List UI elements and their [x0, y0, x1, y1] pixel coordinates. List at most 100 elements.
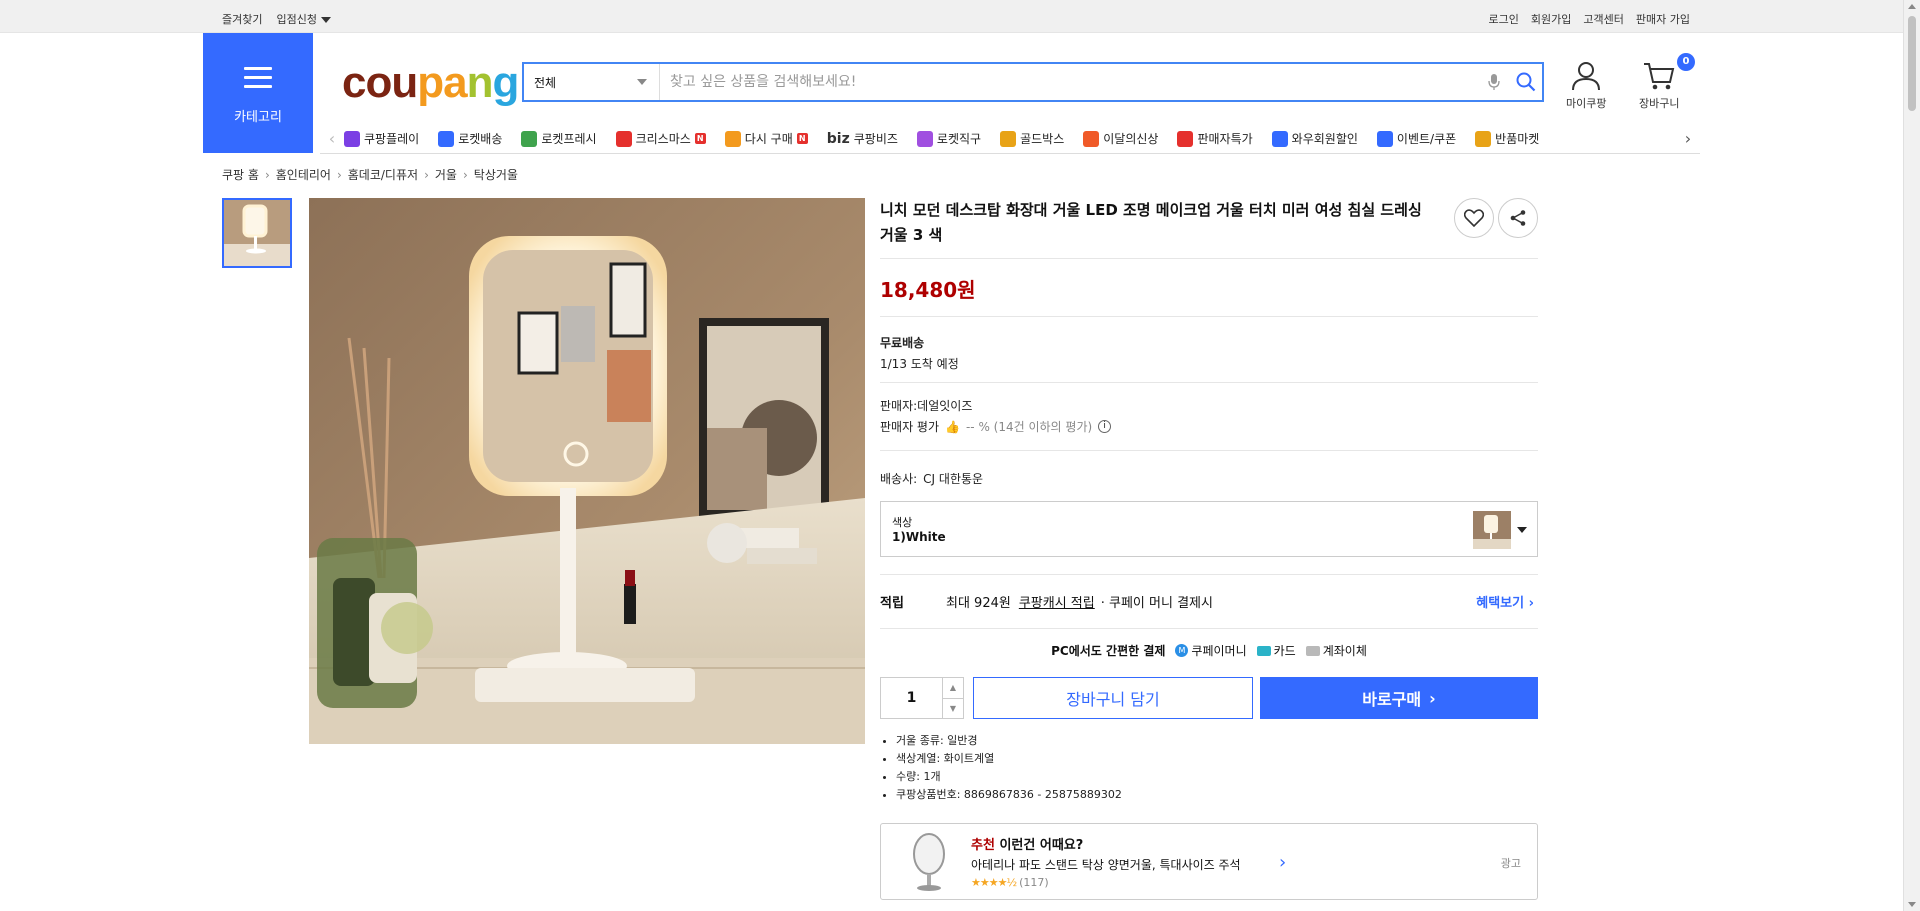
color-option-select[interactable]: 색상 1)White	[880, 501, 1538, 557]
caret-down-icon	[320, 17, 331, 23]
purchase-actions: 1 ▲ ▼ 장바구니 담기 바로구매 ›	[880, 677, 1538, 719]
seller-rating: 판매자 평가 👍 -- % (14건 이하의 평가) i	[880, 418, 1112, 435]
login-link[interactable]: 로그인	[1489, 11, 1519, 27]
quantity-value[interactable]: 1	[881, 678, 943, 718]
quantity-down-icon[interactable]: ▼	[943, 699, 963, 719]
nav-item-2[interactable]: 로켓프레시	[521, 130, 597, 147]
breadcrumb-item[interactable]: 홈데코/디퓨저	[348, 166, 418, 183]
info-icon[interactable]: i	[1098, 420, 1112, 433]
quantity-up-icon[interactable]: ▲	[943, 678, 963, 699]
scroll-down-icon[interactable]	[1908, 902, 1916, 907]
carrier-info: 배송사: CJ 대한통운	[880, 470, 983, 487]
chevron-left-icon[interactable]: ‹	[320, 129, 344, 148]
my-coupang-label: 마이쿠팡	[1566, 97, 1607, 110]
divider	[880, 574, 1538, 575]
star-rating-icon: ★★★★½	[971, 876, 1017, 889]
divider	[880, 628, 1538, 629]
share-button[interactable]	[1498, 198, 1538, 238]
recommendation-highlight: 추천	[971, 838, 995, 853]
seller-name[interactable]: 판매자:데얼잇이즈	[880, 397, 972, 414]
benefit-link-label: 혜택보기	[1476, 596, 1525, 611]
mic-icon[interactable]	[1478, 64, 1510, 100]
support-link[interactable]: 고객센터	[1583, 11, 1623, 27]
breadcrumb-item[interactable]: 홈인테리어	[276, 166, 331, 183]
reward-label: 적립	[880, 596, 904, 611]
nav-item-label: 반품마켓	[1495, 132, 1540, 146]
scrollbar-thumb[interactable]	[1908, 16, 1916, 111]
nav-item-7[interactable]: 골드박스	[1000, 130, 1064, 147]
biz-icon: biz	[826, 130, 850, 147]
logo-part-2: pa	[417, 58, 467, 107]
goldbox-icon	[1000, 130, 1017, 147]
benefit-link[interactable]: 혜택보기 ›	[1476, 592, 1534, 611]
top-bar: 즐겨찾기 입점신청 로그인 회원가입 고객센터 판매자 가입	[0, 0, 1920, 33]
breadcrumb-separator: ›	[264, 167, 270, 182]
logo-part-3: n	[466, 58, 494, 107]
chevron-right-icon: ›	[1429, 688, 1436, 708]
breadcrumb-separator: ›	[462, 167, 468, 182]
quantity-stepper[interactable]: 1 ▲ ▼	[880, 677, 964, 719]
breadcrumb-item[interactable]: 쿠팡 홈	[222, 166, 259, 183]
pay-method-label: 계좌이체	[1322, 644, 1367, 658]
page-scrollbar[interactable]	[1903, 0, 1920, 911]
signup-link[interactable]: 회원가입	[1531, 11, 1571, 27]
product-main-image[interactable]	[309, 198, 865, 744]
scroll-up-icon[interactable]	[1908, 4, 1916, 9]
cart-button[interactable]: 장바구니 0	[1639, 53, 1695, 111]
recommended-item-name[interactable]: 아테리나 파도 스탠드 탁상 양면거울, 특대사이즈 주석	[971, 856, 1241, 873]
nav-item-0[interactable]: 쿠팡플레이	[344, 130, 419, 147]
search-input[interactable]	[660, 64, 1478, 100]
logo-part-1: cou	[342, 58, 418, 107]
thumbs-up-icon: 👍	[945, 419, 960, 434]
nav-item-1[interactable]: 로켓배송	[438, 130, 502, 147]
rocket-fresh-icon	[521, 130, 538, 147]
nav-item-4[interactable]: 다시 구매 N	[724, 130, 808, 147]
home-icon	[724, 130, 741, 147]
nav-item-6[interactable]: 로켓직구	[916, 130, 981, 147]
nav-item-5[interactable]: biz 쿠팡비즈	[827, 130, 898, 147]
wishlist-button[interactable]	[1454, 198, 1494, 238]
my-coupang-button[interactable]: 마이쿠팡	[1566, 61, 1606, 111]
carrier-label: 배송사:	[880, 472, 918, 486]
recommendation-title: 추천 이런건 어때요?	[971, 834, 1083, 853]
wow-icon	[1271, 130, 1288, 147]
nav-item-12[interactable]: 반품마켓	[1475, 130, 1539, 147]
nav-item-8[interactable]: 이달의신상	[1083, 130, 1158, 147]
recommendation-title-text: 이런건 어때요?	[994, 838, 1084, 853]
search-bar: 전체	[522, 62, 1544, 102]
nav-item-3[interactable]: 크리스마스 N	[615, 130, 706, 147]
bookmark-link[interactable]: 즐겨찾기	[222, 11, 262, 27]
nav-item-label: 이벤트/쿠폰	[1396, 132, 1457, 146]
nav-item-11[interactable]: 이벤트/쿠폰	[1376, 130, 1457, 147]
breadcrumb-separator: ›	[336, 167, 342, 182]
product-title: 니치 모던 데스크탑 화장대 거울 LED 조명 메이크업 거울 터치 미러 여…	[880, 201, 1422, 244]
santa-icon	[615, 130, 632, 147]
cart-label: 장바구니	[1639, 97, 1680, 110]
chevron-right-icon[interactable]: ›	[1279, 852, 1286, 873]
nav-item-9[interactable]: 판매자특가	[1177, 130, 1253, 147]
category-button[interactable]: 카테고리	[203, 33, 313, 153]
chevron-right-icon[interactable]: ›	[1676, 129, 1700, 148]
buy-now-label: 바로구매	[1362, 690, 1422, 709]
pay-method-label: 쿠페이머니	[1191, 644, 1247, 658]
search-icon[interactable]	[1510, 64, 1542, 100]
cash-reward-link[interactable]: 쿠팡캐시 적립	[1019, 592, 1095, 611]
nav-item-label: 크리스마스	[635, 132, 691, 146]
buy-now-button[interactable]: 바로구매 ›	[1260, 677, 1538, 719]
coupang-logo[interactable]: coupang	[342, 58, 519, 107]
cart-icon	[1644, 63, 1675, 90]
option-value: 1)White	[892, 530, 946, 544]
nav-item-label: 로켓배송	[458, 132, 503, 146]
option-thumbnail	[1473, 511, 1511, 549]
seller-signup-link[interactable]: 판매자 가입	[1636, 11, 1690, 27]
breadcrumb-item[interactable]: 탁상거울	[474, 166, 518, 183]
search-category-value: 전체	[534, 75, 557, 90]
recommendation-ad[interactable]: 추천 이런건 어때요? 아테리나 파도 스탠드 탁상 양면거울, 특대사이즈 주…	[880, 823, 1538, 900]
product-thumbnail[interactable]	[222, 198, 292, 268]
add-to-cart-button[interactable]: 장바구니 담기	[973, 677, 1253, 719]
search-category-select[interactable]: 전체	[524, 64, 660, 100]
store-apply-menu[interactable]: 입점신청	[276, 11, 331, 27]
nav-item-10[interactable]: 와우회원할인	[1271, 130, 1358, 147]
nav-item-label: 쿠팡비즈	[853, 132, 898, 146]
breadcrumb-item[interactable]: 거울	[435, 166, 457, 183]
